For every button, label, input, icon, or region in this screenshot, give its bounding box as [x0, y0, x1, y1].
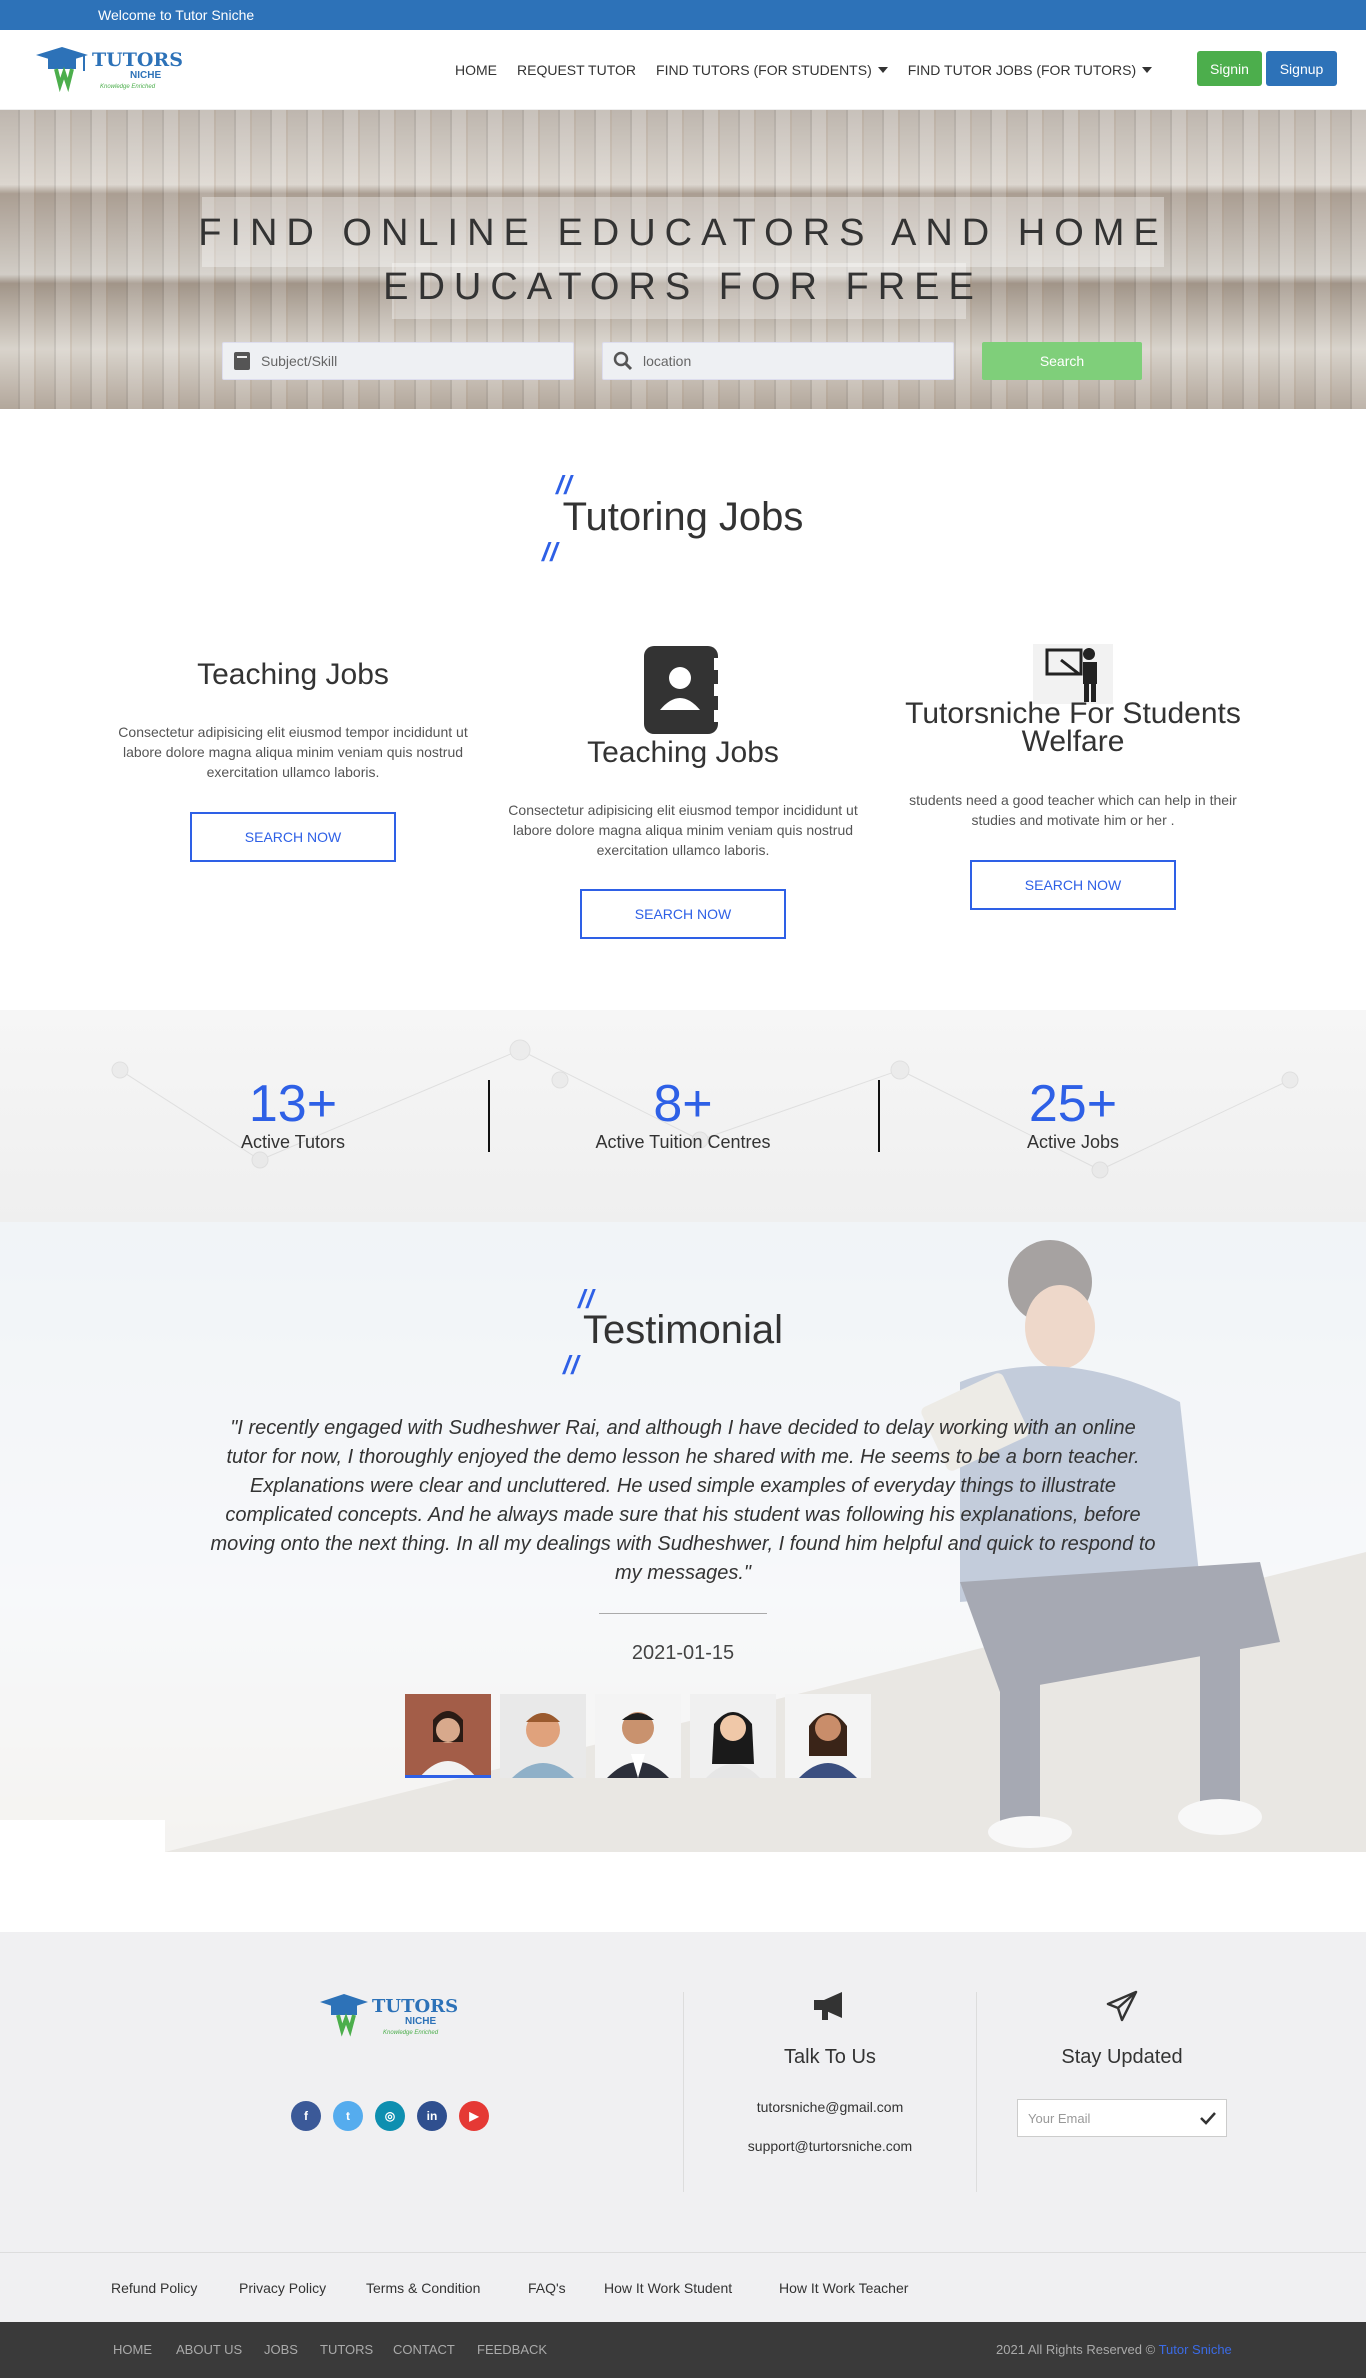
person-photo: [500, 1694, 586, 1778]
copyright-text: 2021 All Rights Reserved © Tutor Sniche: [996, 2342, 1232, 2357]
footer-link-how-student[interactable]: How It Work Student: [604, 2280, 732, 2296]
search-now-button[interactable]: SEARCH NOW: [970, 860, 1176, 910]
support-email[interactable]: support@turtorsniche.com: [720, 2138, 940, 2154]
location-placeholder: location: [643, 353, 692, 369]
instagram-icon[interactable]: ◎: [375, 2101, 405, 2131]
logo-name: TUTORS: [92, 49, 183, 71]
caret-down-icon: [1142, 67, 1153, 73]
nav-item-home[interactable]: HOME: [455, 62, 497, 78]
stay-updated-title: Stay Updated: [1061, 2046, 1183, 2068]
job-card-text: Consectetur adipisicing elit eiusmod tem…: [118, 724, 468, 780]
location-input[interactable]: location: [602, 342, 954, 380]
title-slash-decoration: //: [542, 537, 559, 567]
social-links: f t ◎ in ▶: [291, 2101, 489, 2131]
job-card-title: Teaching Jobs: [587, 736, 779, 769]
linkedin-icon[interactable]: in: [417, 2101, 447, 2131]
bottom-bar: HOME ABOUT US JOBS TUTORS CONTACT FEEDBA…: [0, 2322, 1366, 2378]
signup-button[interactable]: Signup: [1266, 51, 1337, 86]
teacher-board-icon: [1033, 644, 1113, 704]
corner-block: [0, 1820, 165, 1852]
footer-link-refund[interactable]: Refund Policy: [111, 2280, 197, 2296]
nav-item-find-tutor-jobs[interactable]: FIND TUTOR JOBS (FOR TUTORS): [908, 62, 1153, 78]
footer-links: Refund Policy Privacy Policy Terms & Con…: [0, 2252, 1366, 2322]
person-photo: [690, 1694, 776, 1778]
testimonial-avatar[interactable]: [785, 1694, 871, 1778]
subject-placeholder: Subject/Skill: [261, 353, 338, 369]
nav-item-request-tutor[interactable]: REQUEST TUTOR: [517, 62, 636, 78]
contact-book-icon: [644, 646, 720, 734]
stat-label: Active Jobs: [1026, 1132, 1120, 1152]
person-photo: [785, 1694, 871, 1778]
job-card-title: Teaching Jobs: [197, 658, 389, 691]
book-icon: [234, 352, 250, 370]
footer-link-terms[interactable]: Terms & Condition: [366, 2280, 480, 2296]
testimonial-title: Testimonial: [582, 1308, 784, 1352]
contact-email[interactable]: tutorsniche@gmail.com: [730, 2099, 930, 2115]
footer-divider: [976, 1992, 977, 2192]
testimonial-avatar[interactable]: [595, 1694, 681, 1778]
signin-button[interactable]: Signin: [1197, 51, 1262, 86]
job-card-title: Tutorsniche For Students Welfare: [905, 697, 1241, 758]
person-photo: [405, 1694, 491, 1775]
footer-link-privacy[interactable]: Privacy Policy: [239, 2280, 326, 2296]
testimonial-avatar[interactable]: [690, 1694, 776, 1778]
job-card-text: Consectetur adipisicing elit eiusmod tem…: [508, 802, 858, 858]
check-submit-icon[interactable]: [1200, 2111, 1216, 2125]
stat-number: 13+: [248, 1075, 338, 1133]
stat-label: Active Tutors: [240, 1132, 346, 1152]
bottom-nav-contact[interactable]: CONTACT: [393, 2342, 455, 2357]
bottom-nav-about[interactable]: ABOUT US: [176, 2342, 242, 2357]
search-now-button[interactable]: SEARCH NOW: [580, 889, 786, 939]
testimonial-avatar[interactable]: [500, 1694, 586, 1778]
youtube-icon[interactable]: ▶: [459, 2101, 489, 2131]
main-nav: HOME REQUEST TUTOR FIND TUTORS (FOR STUD…: [455, 30, 1153, 110]
testimonial-avatar[interactable]: [405, 1694, 491, 1778]
footer-link-faq[interactable]: FAQ's: [528, 2280, 566, 2296]
bottom-nav-feedback[interactable]: FEEDBACK: [477, 2342, 547, 2357]
search-location-icon: [613, 351, 633, 371]
footer-logo-tagline: Knowledge Enriched: [383, 2030, 439, 2036]
bottom-nav-tutors[interactable]: TUTORS: [320, 2342, 373, 2357]
caret-down-icon: [877, 67, 888, 73]
nav-item-find-tutors[interactable]: FIND TUTORS (FOR STUDENTS): [656, 62, 888, 78]
welcome-text: Welcome to Tutor Sniche: [98, 7, 255, 23]
job-card-text: students need a good teacher which can h…: [909, 792, 1237, 828]
newsletter-email-input[interactable]: Your Email: [1017, 2099, 1227, 2137]
quote-divider: [599, 1613, 767, 1614]
person-photo: [595, 1694, 681, 1778]
testimonial-date: 2021-01-15: [631, 1642, 735, 1664]
twitter-icon[interactable]: t: [333, 2101, 363, 2131]
stat-divider: [878, 1080, 880, 1152]
footer-logo-name: TUTORS: [372, 1996, 459, 2017]
paper-plane-icon: [1106, 1990, 1138, 2022]
brand-link[interactable]: Tutor Sniche: [1159, 2342, 1232, 2357]
talk-to-us-title: Talk To Us: [784, 2046, 876, 2068]
stat-divider: [488, 1080, 490, 1152]
title-slash-decoration: //: [563, 1350, 580, 1380]
email-placeholder: Your Email: [1028, 2110, 1091, 2126]
footer-divider: [683, 1992, 684, 2192]
stat-number: 8+: [653, 1075, 713, 1133]
footer-link-how-teacher[interactable]: How It Work Teacher: [779, 2280, 908, 2296]
logo-tagline: Knowledge Enriched: [100, 84, 156, 90]
bottom-nav-home[interactable]: HOME: [113, 2342, 152, 2357]
hero-title: FIND ONLINE EDUCATORS AND HOME EDUCATORS…: [198, 212, 1168, 308]
welcome-bar: Welcome to Tutor Sniche: [0, 0, 1366, 30]
subject-input[interactable]: Subject/Skill: [222, 342, 574, 380]
facebook-icon[interactable]: f: [291, 2101, 321, 2131]
tutoring-jobs-title: Tutoring Jobs: [562, 495, 804, 539]
stat-label: Active Tuition Centres: [595, 1132, 771, 1152]
logo-sub: NICHE: [130, 70, 162, 81]
search-button[interactable]: Search: [982, 342, 1142, 380]
bottom-nav-jobs[interactable]: JOBS: [264, 2342, 298, 2357]
search-now-button[interactable]: SEARCH NOW: [190, 812, 396, 862]
megaphone-icon: [814, 1992, 842, 2020]
footer-logo-sub: NICHE: [405, 2016, 437, 2027]
testimonial-quote: "I recently engaged with Sudheshwer Rai,…: [210, 1417, 1156, 1584]
stat-number: 25+: [1028, 1075, 1118, 1133]
